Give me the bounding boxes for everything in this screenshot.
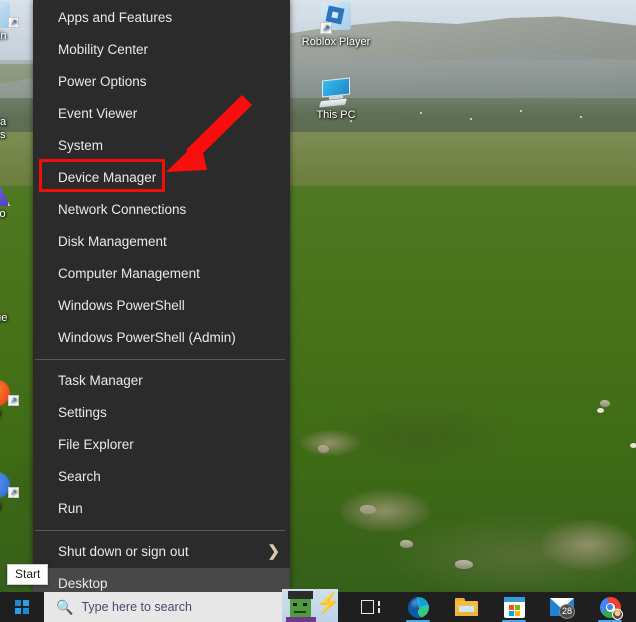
desktop-icon-label: Roblox Player — [301, 36, 371, 48]
start-button-tooltip: Start — [7, 564, 49, 585]
start-button[interactable] — [0, 592, 44, 622]
taskbar-running-app-thumbnail[interactable]: ⚡ — [282, 589, 338, 622]
desktop-screen: ↗ Win Lea this ↗ Pro blue ↗ R ↗ N ↗ Robl… — [0, 0, 636, 622]
chevron-right-icon: ❯ — [267, 543, 280, 560]
file-explorer-icon — [454, 598, 478, 616]
menu-item-label: Shut down or sign out — [58, 544, 189, 559]
menu-item-file-explorer[interactable]: File Explorer — [33, 429, 290, 461]
desktop-icon-label: This PC — [316, 109, 356, 121]
menu-separator-1 — [35, 359, 285, 360]
desktop-icon-clipped[interactable]: ↗ N — [0, 472, 34, 513]
desktop-icon-label: Lea — [0, 116, 7, 128]
menu-item-label: Settings — [58, 405, 107, 420]
menu-item-computer-management[interactable]: Computer Management — [33, 258, 290, 290]
this-pc-icon — [319, 77, 353, 108]
menu-item-device-manager[interactable]: Device Manager — [33, 162, 290, 194]
winx-quick-link-menu: Apps and Features Mobility Center Power … — [33, 0, 290, 600]
edge-button[interactable] — [394, 592, 442, 622]
windows-logo-icon — [14, 599, 30, 615]
microsoft-edge-icon — [407, 596, 429, 618]
wallpaper-sheep — [630, 443, 636, 448]
menu-item-power-options[interactable]: Power Options — [33, 66, 290, 98]
menu-item-label: Mobility Center — [58, 42, 149, 57]
google-chrome-icon — [599, 596, 623, 620]
wallpaper-rock — [400, 540, 413, 548]
menu-item-windows-powershell[interactable]: Windows PowerShell — [33, 290, 290, 322]
menu-item-label: Run — [58, 501, 83, 516]
taskbar-search-box[interactable]: 🔍 Type here to search — [44, 592, 290, 622]
menu-item-label: Desktop — [58, 576, 108, 591]
desktop-icon-roblox-player[interactable]: ↗ Roblox Player — [299, 2, 373, 49]
mail-icon: 28 — [550, 598, 575, 619]
menu-item-label: Event Viewer — [58, 106, 138, 121]
taskbar-app-buttons: 28 — [290, 592, 634, 622]
desktop-icon-label-2: this — [0, 129, 6, 141]
shortcut-arrow-icon: ↗ — [320, 22, 332, 34]
desktop-icon-clipped[interactable]: ↗ Pro — [0, 180, 34, 221]
file-explorer-button[interactable] — [442, 592, 490, 622]
avatar — [611, 608, 623, 620]
desktop-icon-label: Win — [0, 30, 7, 42]
menu-item-label: Power Options — [58, 74, 147, 89]
menu-item-shut-down-or-sign-out[interactable]: Shut down or sign out ❯ — [33, 536, 290, 568]
menu-item-label: System — [58, 138, 104, 153]
menu-item-settings[interactable]: Settings — [33, 397, 290, 429]
menu-item-run[interactable]: Run — [33, 493, 290, 525]
menu-item-label: Device Manager — [58, 170, 157, 185]
desktop-icon-label: N — [0, 500, 34, 513]
menu-item-system[interactable]: System — [33, 130, 290, 162]
desktop-icon-clipped[interactable]: ↗ Win — [0, 2, 34, 43]
microsoft-store-icon — [503, 596, 525, 618]
lightning-bolt-icon: ⚡ — [315, 592, 338, 615]
desktop-icon-clipped[interactable]: ↗ R — [0, 380, 34, 421]
wallpaper-dirt — [340, 490, 430, 532]
roblox-player-icon: ↗ — [320, 2, 352, 34]
desktop-icon-this-pc[interactable]: This PC — [299, 77, 373, 122]
menu-item-label: Apps and Features — [58, 10, 173, 25]
menu-item-label: Windows PowerShell — [58, 298, 185, 313]
menu-item-label: Search — [58, 469, 101, 484]
wallpaper-dirt — [540, 520, 635, 570]
wallpaper-sheep — [597, 408, 604, 413]
desktop-icon-label: blue — [0, 312, 8, 324]
menu-item-label: Network Connections — [58, 202, 187, 217]
menu-item-label: Task Manager — [58, 373, 143, 388]
mail-button[interactable]: 28 — [538, 592, 586, 622]
menu-item-label: File Explorer — [58, 437, 134, 452]
menu-item-mobility-center[interactable]: Mobility Center — [33, 34, 290, 66]
menu-item-search[interactable]: Search — [33, 461, 290, 493]
desktop-icon-label: R — [0, 408, 34, 421]
menu-item-label: Windows PowerShell (Admin) — [58, 330, 236, 345]
desktop-icon-label: Pro — [0, 208, 6, 220]
search-placeholder: Type here to search — [81, 600, 192, 614]
desktop-icon-clipped[interactable]: blue — [0, 312, 34, 325]
wallpaper-rock — [455, 560, 473, 569]
task-view-button[interactable] — [346, 592, 394, 622]
menu-item-apps-and-features[interactable]: Apps and Features — [33, 2, 290, 34]
wallpaper-rock — [600, 400, 610, 407]
menu-separator-2 — [35, 530, 285, 531]
menu-item-disk-management[interactable]: Disk Management — [33, 226, 290, 258]
menu-item-event-viewer[interactable]: Event Viewer — [33, 98, 290, 130]
task-view-icon — [360, 600, 380, 614]
chrome-button[interactable] — [586, 592, 634, 622]
menu-item-label: Disk Management — [58, 234, 167, 249]
desktop-icon-clipped[interactable]: Lea this — [0, 116, 34, 142]
menu-item-windows-powershell-admin[interactable]: Windows PowerShell (Admin) — [33, 322, 290, 354]
wallpaper-dirt — [300, 430, 360, 456]
microsoft-store-button[interactable] — [490, 592, 538, 622]
menu-item-task-manager[interactable]: Task Manager — [33, 365, 290, 397]
menu-item-network-connections[interactable]: Network Connections — [33, 194, 290, 226]
menu-item-label: Computer Management — [58, 266, 200, 281]
mail-unread-badge: 28 — [558, 604, 575, 619]
search-icon: 🔍 — [56, 598, 74, 615]
